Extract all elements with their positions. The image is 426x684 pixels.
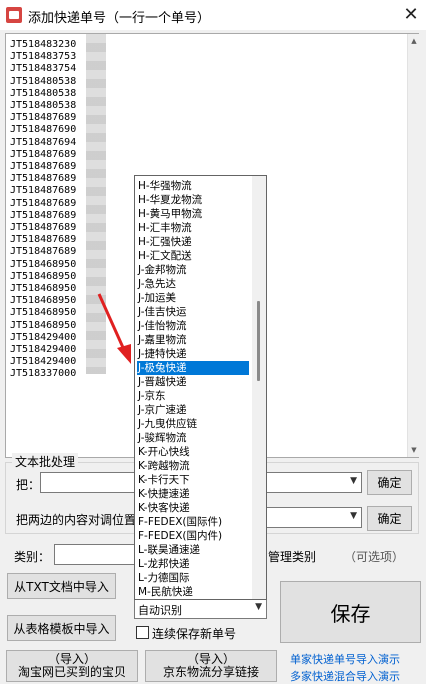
courier-option[interactable]: J-京广速递 (137, 403, 249, 417)
tracking-line: JT518487689 (10, 197, 77, 209)
import-taobao-bottom: 淘宝网已买到的宝贝 (17, 665, 126, 679)
courier-option[interactable]: J-金邦物流 (137, 263, 249, 277)
courier-option[interactable]: L-力德国际 (137, 571, 249, 585)
tracking-line: JT518487689 (10, 185, 77, 197)
optional-label: （可选项） (344, 550, 405, 564)
confirm-swap-button[interactable]: 确定 (367, 506, 412, 531)
tracking-line: JT518487689 (10, 234, 77, 246)
tracking-line: JT518487689 (10, 209, 77, 221)
replace-label: 把： (16, 478, 41, 492)
courier-option[interactable]: H-汇强快递 (137, 235, 249, 249)
courier-option[interactable]: J-急先达 (137, 277, 249, 291)
tracking-line: JT518480538 (10, 100, 77, 112)
tracking-line: JT518487689 (10, 246, 77, 258)
courier-option[interactable]: F-FEDEX(国内件) (137, 529, 249, 543)
courier-option[interactable]: J-捷特快递 (137, 347, 249, 361)
tracking-line: JT518337000 (10, 368, 77, 380)
import-jd-bottom: 京东物流分享链接 (162, 665, 259, 679)
courier-option[interactable]: H-汇丰物流 (137, 221, 249, 235)
courier-option[interactable]: J-九曳供应链 (137, 417, 249, 431)
multi-courier-demo-link[interactable]: 多家快递混合导入演示 (290, 668, 400, 684)
tracking-line: JT518483753 (10, 51, 77, 63)
category-label: 类别： (14, 550, 51, 564)
courier-option[interactable]: J-佳怡物流 (137, 319, 249, 333)
import-table-button[interactable]: 从表格模板中导入 (7, 615, 116, 641)
tracking-line: JT518487689 (10, 148, 77, 160)
import-taobao-button[interactable]: （导入） 淘宝网已买到的宝贝 (6, 650, 138, 682)
chevron-down-icon: ▼ (350, 476, 357, 486)
tracking-line: JT518480538 (10, 87, 77, 99)
confirm-replace-button[interactable]: 确定 (367, 470, 412, 495)
batch-group-title: 文本批处理 (12, 453, 79, 470)
chevron-down-icon: ▼ (350, 511, 357, 521)
import-txt-button[interactable]: 从TXT文档中导入 (7, 573, 116, 599)
courier-select-value: 自动识别 (138, 604, 182, 617)
courier-option[interactable]: H-华夏龙物流 (137, 193, 249, 207)
dropdown-scroll-thumb[interactable] (257, 301, 260, 381)
courier-option[interactable]: J-京东 (137, 389, 249, 403)
tracking-line: JT518487689 (10, 173, 77, 185)
courier-option[interactable]: J-加运美 (137, 291, 249, 305)
tracking-line: JT518429400 (10, 356, 77, 368)
continuous-save-checkbox[interactable] (136, 626, 149, 639)
tracking-line: JT518429400 (10, 331, 77, 343)
courier-option[interactable]: J-佳吉快运 (137, 305, 249, 319)
courier-option[interactable]: H-黄马甲物流 (137, 207, 249, 221)
category-combo[interactable] (54, 544, 136, 565)
tracking-line: JT518429400 (10, 344, 77, 356)
single-courier-demo-link[interactable]: 单家快递单号导入演示 (290, 651, 400, 667)
tracking-line: JT518468950 (10, 258, 77, 270)
chevron-down-icon: ▼ (255, 602, 262, 612)
courier-option[interactable]: K-跨越物流 (137, 459, 249, 473)
courier-option[interactable]: F-FEDEX(国际件) (137, 515, 249, 529)
tracking-lines: JT518483230 JT518483753 JT518483754 JT51848… (10, 39, 76, 381)
app-icon (6, 7, 22, 23)
courier-option[interactable]: J-骏辉物流 (137, 431, 249, 445)
dropdown-scrollbar[interactable] (252, 176, 266, 599)
manage-category-link[interactable]: 管理类别 (268, 548, 316, 565)
tracking-line: JT518483754 (10, 63, 77, 75)
scroll-up-icon[interactable]: ▲ (408, 34, 420, 48)
tracking-line: JT518468950 (10, 295, 77, 307)
window-title: 添加快递单号（一行一个单号） (28, 11, 211, 26)
courier-option[interactable]: J-极兔快递 (137, 361, 249, 375)
tracking-line: JT518487689 (10, 112, 77, 124)
courier-option[interactable]: K-快捷速递 (137, 487, 249, 501)
scroll-down-icon[interactable]: ▼ (408, 443, 420, 457)
courier-option[interactable]: J-嘉里物流 (137, 333, 249, 347)
tracking-line: JT518468950 (10, 319, 77, 331)
courier-option[interactable]: H-汇文配送 (137, 249, 249, 263)
courier-option[interactable]: K-快客快递 (137, 501, 249, 515)
swap-label: 把两边的内容对调位置 (16, 513, 137, 527)
red-arrow-icon (97, 293, 131, 364)
courier-option[interactable]: M-民航快递 (137, 585, 249, 599)
tracking-line: JT518487694 (10, 136, 77, 148)
courier-dropdown-list[interactable]: H-华强物流 H-华夏龙物流 H-黄马甲物流 H-汇丰物流 H-汇强快递 H-汇文配送 J-… (134, 175, 267, 600)
tracking-line: JT518487689 (10, 161, 77, 173)
courier-option[interactable]: J-晋越快递 (137, 375, 249, 389)
swap-combo[interactable]: ▼ (262, 507, 362, 528)
close-icon[interactable]: ✕ (398, 2, 424, 28)
tracking-line: JT518480538 (10, 75, 77, 87)
tracking-line: JT518487690 (10, 124, 77, 136)
courier-option[interactable]: H-华强物流 (137, 179, 249, 193)
courier-option[interactable]: L-联昊通速递 (137, 543, 249, 557)
tracking-line: JT518468950 (10, 307, 77, 319)
tracking-line: JT518487689 (10, 222, 77, 234)
save-button[interactable]: 保存 (280, 581, 421, 643)
tracking-line: JT518468950 (10, 283, 77, 295)
courier-option[interactable]: K-开心快线 (137, 445, 249, 459)
textarea-scrollbar[interactable]: ▲ ▼ (407, 34, 419, 457)
tracking-line: JT518468950 (10, 270, 77, 282)
courier-option[interactable]: K-卡行天下 (137, 473, 249, 487)
import-jd-button[interactable]: （导入） 京东物流分享链接 (145, 650, 277, 682)
continuous-save-label: 连续保存新单号 (152, 627, 237, 641)
courier-select[interactable]: 自动识别 ▼ (134, 598, 267, 619)
tracking-line: JT518483230 (10, 39, 77, 50)
courier-option[interactable]: L-龙邦快递 (137, 557, 249, 571)
